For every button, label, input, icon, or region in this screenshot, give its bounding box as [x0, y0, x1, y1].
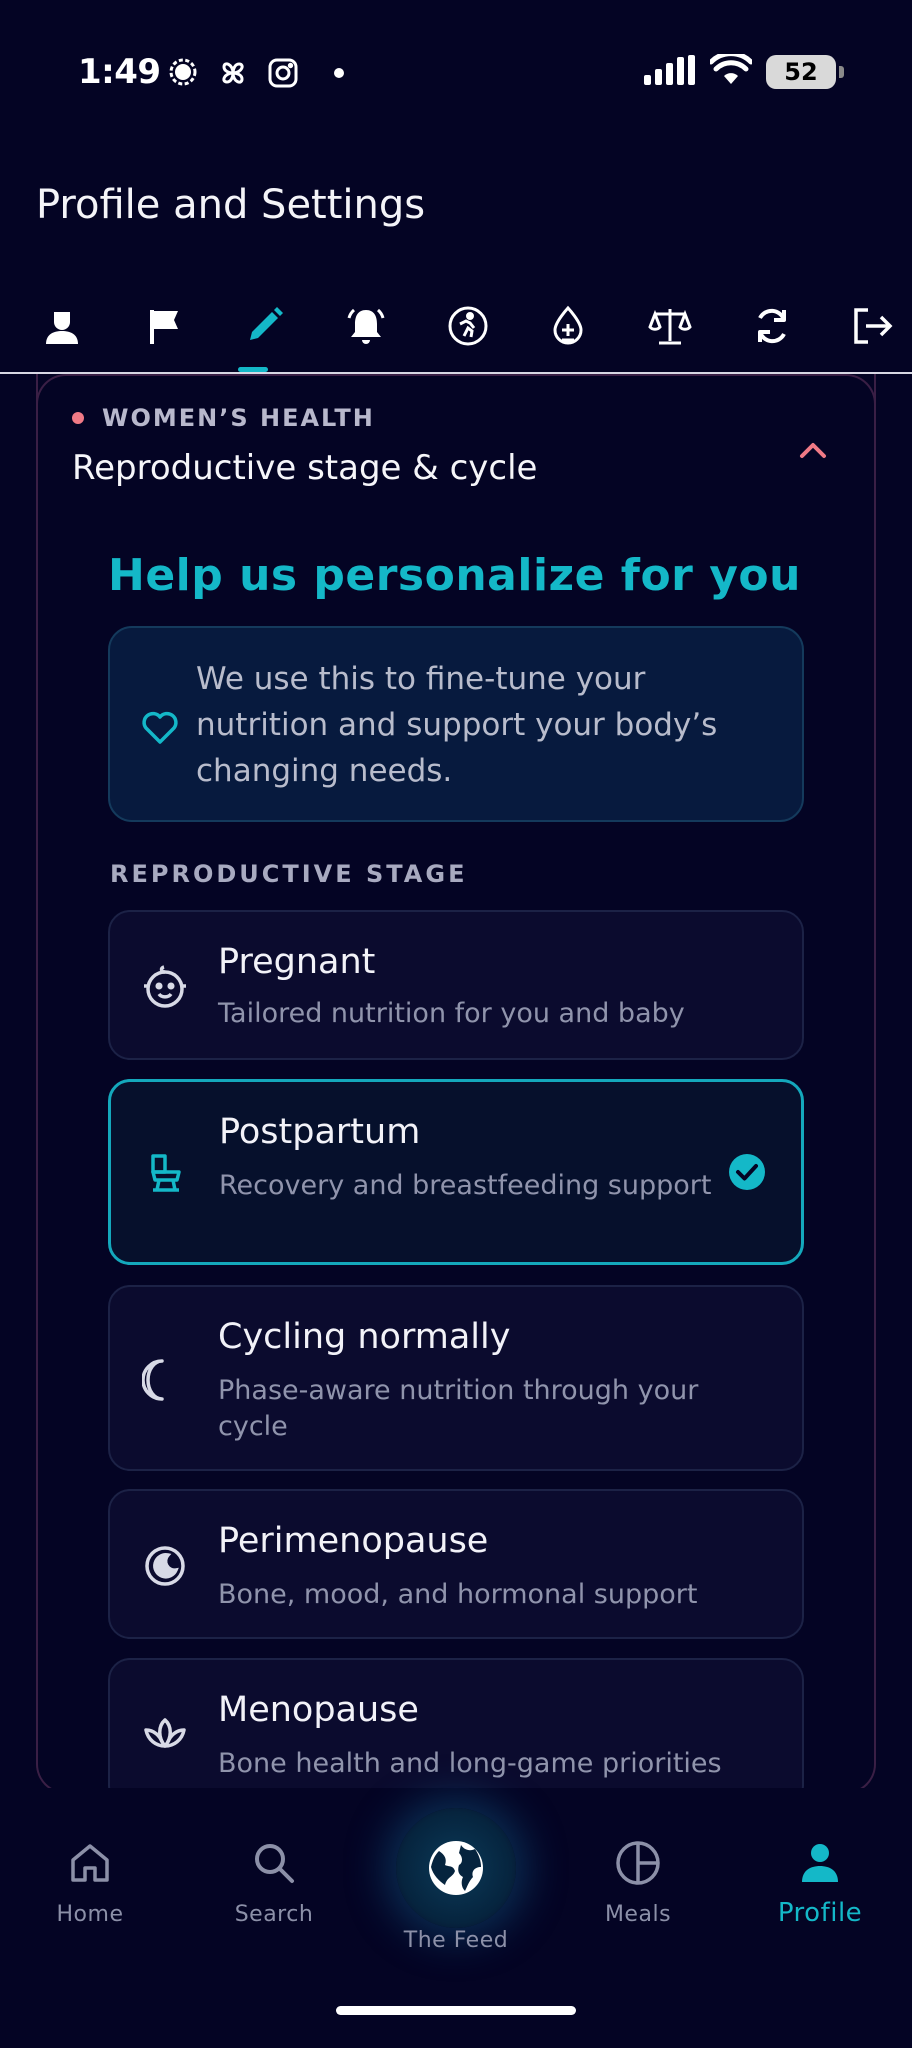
nav-label: Profile	[777, 1898, 863, 1928]
nav-label: Meals	[604, 1902, 672, 1927]
section-title: Reproductive stage & cycle	[72, 448, 538, 488]
person-icon	[46, 312, 78, 344]
wifi-icon	[708, 51, 754, 90]
bell-icon	[347, 308, 385, 344]
option-perimenopause[interactable]: Perimenopause Bone, mood, and hormonal s…	[108, 1489, 804, 1639]
search-icon	[249, 1838, 299, 1888]
status-bar: 1:49 52	[0, 0, 912, 150]
info-box: We use this to fine-tune your nutrition …	[108, 626, 804, 822]
pie-icon	[613, 1838, 663, 1888]
page-title: Profile and Settings	[36, 182, 426, 228]
option-postpartum[interactable]: Postpartum Recovery and breastfeeding su…	[108, 1079, 804, 1265]
scale-icon	[648, 309, 692, 345]
tab-sync[interactable]	[742, 296, 802, 356]
option-title: Menopause	[218, 1690, 419, 1730]
nav-profile[interactable]: Profile	[750, 1838, 890, 1928]
section-eyebrow: WOMEN’S HEALTH	[72, 404, 375, 432]
chat-bubble-icon	[166, 56, 200, 90]
tab-weight[interactable]	[640, 296, 700, 356]
option-title: Postpartum	[219, 1112, 421, 1152]
tab-activity[interactable]	[438, 296, 498, 356]
section-category: WOMEN’S HEALTH	[102, 404, 375, 432]
option-subtitle: Recovery and breastfeeding support	[219, 1170, 712, 1201]
battery-icon: 52	[766, 55, 844, 89]
info-text: We use this to fine-tune your nutrition …	[196, 661, 718, 789]
nav-label: The Feed	[403, 1928, 509, 1953]
chevron-up-icon	[800, 443, 826, 458]
home-indicator[interactable]	[336, 2006, 576, 2015]
moon-icon	[140, 1355, 190, 1405]
pinwheel-icon	[216, 56, 250, 90]
option-title: Perimenopause	[218, 1521, 489, 1561]
nav-label: Home	[56, 1902, 124, 1927]
tab-goals[interactable]	[134, 296, 194, 356]
option-subtitle: Phase-aware nutrition through your cycle	[218, 1375, 699, 1442]
collapse-button[interactable]	[796, 434, 830, 468]
option-subtitle: Bone health and long-game priorities	[218, 1748, 722, 1779]
nav-meals[interactable]: Meals	[568, 1838, 708, 1927]
pencil-icon	[250, 307, 283, 340]
tab-edit[interactable]	[234, 296, 294, 356]
nav-label: Search	[234, 1902, 314, 1927]
half-moon-circle-icon	[140, 1541, 190, 1591]
active-tab-indicator	[238, 367, 268, 372]
tab-profile[interactable]	[32, 296, 92, 356]
option-cycling-normally[interactable]: Cycling normally Phase-aware nutrition t…	[108, 1285, 804, 1471]
personalize-heading: Help us personalize for you	[108, 550, 801, 601]
option-title: Cycling normally	[218, 1317, 511, 1357]
instagram-icon	[266, 56, 300, 90]
logout-icon	[854, 308, 893, 344]
bottom-navigation: Home Search The Feed Meals Profile	[0, 1788, 912, 2048]
home-icon	[65, 1838, 115, 1888]
status-notification-icons	[166, 56, 300, 90]
drop-plus-icon	[553, 305, 583, 345]
tab-notifications[interactable]	[336, 296, 396, 356]
globe-icon	[429, 1841, 483, 1895]
notification-dot	[334, 68, 344, 78]
baby-face-icon	[140, 962, 190, 1012]
nav-the-feed[interactable]	[396, 1808, 516, 1928]
nav-home[interactable]: Home	[20, 1838, 160, 1927]
reproductive-stage-label: REPRODUCTIVE STAGE	[110, 860, 468, 888]
signal-icon	[644, 55, 696, 89]
option-title: Pregnant	[218, 942, 376, 982]
flag-icon	[150, 310, 178, 344]
lotus-icon	[140, 1710, 190, 1760]
nav-search[interactable]: Search	[204, 1838, 344, 1927]
option-subtitle: Tailored nutrition for you and baby	[218, 998, 685, 1029]
heart-icon	[142, 711, 178, 744]
running-icon	[448, 306, 488, 346]
tab-logout[interactable]	[842, 296, 902, 356]
option-subtitle: Bone, mood, and hormonal support	[218, 1579, 698, 1610]
stroller-icon	[141, 1148, 191, 1198]
check-circle-icon	[729, 1154, 765, 1190]
option-menopause[interactable]: Menopause Bone health and long-game prio…	[108, 1658, 804, 1808]
settings-tab-bar	[0, 286, 912, 374]
status-time: 1:49	[78, 52, 161, 92]
option-pregnant[interactable]: Pregnant Tailored nutrition for you and …	[108, 910, 804, 1060]
tab-health[interactable]	[538, 296, 598, 356]
profile-icon	[795, 1838, 845, 1888]
eyebrow-dot	[72, 412, 84, 424]
sync-icon	[758, 308, 786, 344]
